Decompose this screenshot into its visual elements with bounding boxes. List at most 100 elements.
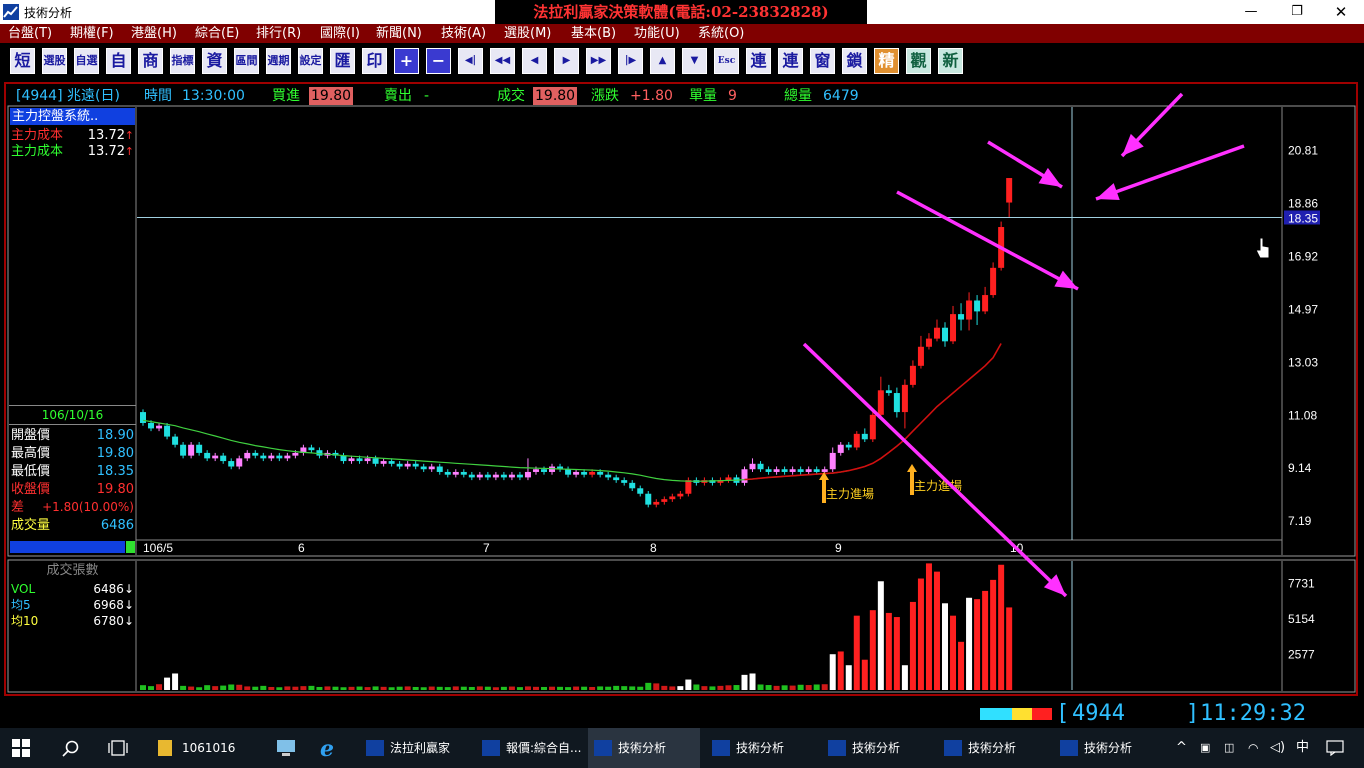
volume-bar	[324, 686, 331, 690]
volume-bar	[476, 686, 483, 690]
candle	[412, 463, 419, 467]
candle	[741, 469, 748, 483]
notification-icon[interactable]	[1326, 740, 1344, 756]
taskbar-app-label: 技術分析	[618, 741, 667, 755]
volume-bar	[444, 687, 451, 690]
volume-bar	[1006, 607, 1013, 690]
price-chart[interactable]: 20.81 18.86 16.92 14.97 13.03 11.08 9.14 7.19 18…	[0, 0, 1364, 700]
taskbar-app[interactable]: 法拉利贏家	[360, 728, 472, 768]
candle	[565, 469, 572, 475]
candle	[901, 384, 908, 413]
candle	[942, 327, 948, 342]
candle	[348, 458, 355, 462]
volume-bar	[741, 674, 748, 690]
volume-bar	[492, 687, 499, 690]
volume-bar	[950, 615, 957, 690]
candle	[893, 393, 900, 413]
price-tick-label: 14.97	[1288, 302, 1318, 316]
taskbar-app[interactable]: 技術分析	[1054, 728, 1166, 768]
ie-browser-icon[interactable]: e	[318, 736, 342, 760]
volume-bar	[508, 686, 515, 690]
taskbar-app-label: 技術分析	[968, 741, 1017, 755]
volume-bar	[701, 686, 708, 690]
volume-bar	[148, 686, 155, 690]
volume-bar	[885, 612, 892, 690]
computer-icon[interactable]	[274, 738, 298, 758]
taskbar-app[interactable]: 技術分析	[588, 728, 700, 768]
volume-bar	[837, 651, 844, 690]
volume-bar	[942, 603, 948, 690]
candle	[292, 452, 299, 456]
candle	[958, 314, 965, 320]
volume-bar	[797, 684, 804, 690]
taskbar-app[interactable]: 技術分析	[938, 728, 1050, 768]
volume-bar	[869, 610, 876, 690]
candle	[444, 471, 451, 475]
candle	[196, 444, 203, 453]
volume-bar	[164, 677, 171, 690]
candle	[909, 365, 916, 385]
candle	[420, 466, 427, 470]
chart-app-icon	[712, 740, 730, 756]
volume-bar	[877, 581, 884, 690]
volume-bar	[356, 686, 363, 690]
volume-bar	[541, 686, 547, 690]
taskbar-app[interactable]: 報價:綜合自...	[476, 728, 588, 768]
volume-bar	[500, 686, 507, 690]
taskbar-app[interactable]: 技術分析	[706, 728, 818, 768]
candle	[484, 474, 491, 478]
volume-bar	[460, 686, 467, 690]
taskbar-app-label: 技術分析	[736, 741, 785, 755]
candle	[212, 455, 219, 459]
task-view-icon[interactable]	[108, 740, 128, 756]
x-tick-label: 6	[298, 541, 305, 555]
volume-bar	[252, 686, 259, 690]
wifi-icon[interactable]: ◠	[1248, 728, 1258, 768]
candle	[284, 455, 291, 459]
taskbar: 1061016 e 法拉利贏家 報價:綜合自... 技術分析 技術分析 技術分析 技術分析…	[0, 728, 1364, 768]
volume-bar	[933, 571, 940, 690]
volume-bar	[332, 686, 339, 690]
volume-bar	[669, 686, 676, 690]
candle	[228, 461, 235, 467]
price-tick-label: 18.86	[1288, 197, 1318, 211]
volume-bar	[573, 686, 580, 690]
status-clock: 11:29:32	[1200, 701, 1306, 726]
price-tick-label: 20.81	[1288, 144, 1318, 158]
volume-icon[interactable]: ◁)	[1270, 728, 1285, 768]
candle	[140, 412, 146, 423]
volume-bar	[893, 617, 900, 690]
candle	[982, 295, 989, 312]
volume-bar	[733, 685, 740, 690]
tray-security-icon[interactable]: ▣	[1200, 728, 1210, 768]
volume-bar	[861, 659, 868, 690]
windows-start-icon[interactable]	[12, 739, 30, 757]
candle	[966, 300, 973, 320]
volume-bar	[212, 686, 219, 690]
candle	[829, 452, 836, 470]
status-stock-code: 4944	[1072, 701, 1125, 726]
tray-app-icon[interactable]: ◫	[1224, 728, 1234, 768]
candle	[428, 466, 435, 470]
taskbar-app-label: 技術分析	[852, 741, 901, 755]
candle	[156, 425, 163, 429]
taskbar-app[interactable]: 技術分析	[822, 728, 934, 768]
search-icon[interactable]	[62, 740, 80, 758]
candle	[765, 469, 772, 472]
volume-bar	[709, 686, 716, 690]
x-tick-label: 106/5	[143, 541, 173, 555]
volume-bar	[220, 685, 227, 690]
volume-bar	[757, 684, 764, 690]
ime-indicator[interactable]: 中	[1296, 728, 1309, 768]
candle	[781, 469, 788, 472]
candle	[589, 471, 596, 475]
volume-bar	[925, 563, 932, 690]
candle	[629, 482, 636, 489]
tray-chevron-up-icon[interactable]: ^	[1176, 728, 1187, 768]
taskbar-folder[interactable]: 1061016	[150, 728, 246, 768]
volume-bar	[653, 683, 660, 690]
magenta-arrow-icon	[1095, 144, 1245, 201]
candle	[789, 469, 796, 472]
candle	[220, 455, 227, 462]
candle	[605, 474, 612, 478]
